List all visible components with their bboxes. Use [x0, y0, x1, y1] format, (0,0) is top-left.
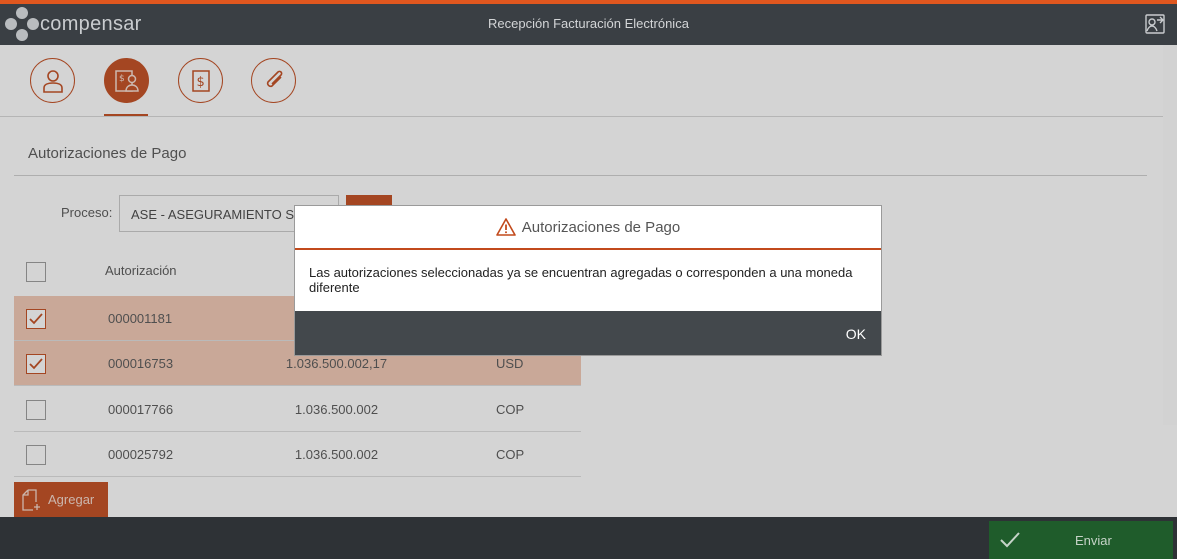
- check-icon: [1000, 532, 1020, 548]
- alert-dialog: Autorizaciones de Pago Las autorizacione…: [294, 205, 882, 356]
- app-title: Recepción Facturación Electrónica: [488, 16, 689, 31]
- dialog-header: Autorizaciones de Pago: [295, 206, 881, 250]
- brand-name: compensar: [40, 12, 142, 35]
- compensar-logo: compensar: [4, 6, 142, 42]
- app-header: Recepción Facturación Electrónica compen…: [0, 4, 1177, 45]
- send-button[interactable]: Enviar: [989, 521, 1173, 559]
- dialog-message: Las autorizaciones seleccionadas ya se e…: [309, 265, 853, 295]
- logout-icon[interactable]: [1143, 12, 1167, 36]
- send-button-label: Enviar: [1075, 533, 1112, 548]
- dialog-footer: OK: [295, 311, 881, 355]
- logo-dots-icon: [4, 6, 40, 42]
- scrollbar[interactable]: [1163, 45, 1177, 425]
- warning-icon: [495, 218, 516, 236]
- dialog-title: Autorizaciones de Pago: [521, 218, 681, 236]
- ok-button[interactable]: OK: [846, 326, 866, 342]
